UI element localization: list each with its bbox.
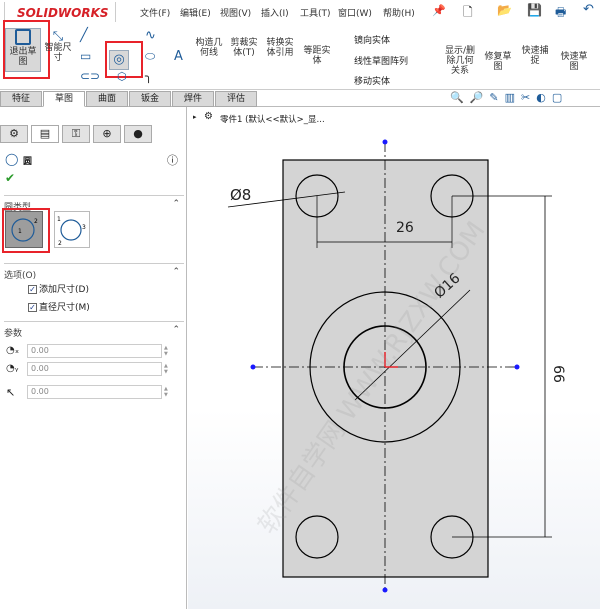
circle-icon: ◯ — [5, 152, 19, 166]
tab-weldments[interactable]: 焊件 — [172, 91, 214, 107]
command-tabs: 特征 草图 曲面 钣金 焊件 评估 🔍🔎✎▥✂◐▢ — [0, 90, 600, 107]
property-manager-tab[interactable]: ▤ — [31, 125, 59, 143]
mirror-entities-button[interactable]: 镜向实体 — [354, 33, 390, 46]
fillet-icon[interactable]: ╮ — [145, 69, 152, 83]
params-label: 参数 — [4, 329, 23, 339]
trim-label: 剪裁实体(T) — [230, 38, 258, 58]
trim-entities-button[interactable]: 剪裁实体(T) — [230, 38, 258, 58]
svg-text:2: 2 — [58, 240, 62, 247]
construction-label: 构造几何线 — [195, 38, 223, 58]
rectangle-icon[interactable]: ▭ — [80, 49, 91, 63]
tab-sheet-metal[interactable]: 钣金 — [129, 91, 171, 107]
options-section[interactable]: 选项(O) ⌃ — [4, 263, 184, 281]
collapse-icon[interactable]: ⌃ — [172, 267, 180, 277]
menu-help[interactable]: 帮助(H) — [383, 6, 415, 19]
center-y-spinner[interactable]: ▲ ▼ — [164, 363, 172, 375]
print-icon[interactable]: 🖶 — [555, 3, 566, 24]
quick-snap-label: 快速捕捉 — [521, 46, 549, 66]
open-icon[interactable]: 📂 — [497, 3, 512, 17]
new-icon[interactable]: 🗋 — [463, 3, 473, 24]
offset-label: 等距实体 — [303, 46, 331, 66]
text-icon[interactable]: A — [174, 49, 183, 64]
center-x-input[interactable]: 0.00 — [27, 344, 162, 358]
parameters-section[interactable]: 参数 ⌃ — [4, 321, 184, 339]
radius-icon: ↖ — [6, 386, 16, 399]
help-icon[interactable]: ⓘ — [167, 152, 178, 168]
center-y-input[interactable]: 0.00 — [27, 362, 162, 376]
collapse-icon[interactable]: ⌃ — [172, 325, 180, 335]
undo-icon[interactable]: ↶ — [583, 2, 594, 17]
offset-entities-button[interactable]: 等距实体 — [302, 46, 332, 66]
menu-window[interactable]: 窗口(W) — [338, 6, 372, 19]
smart-dim-icon: ⤡ — [52, 29, 64, 44]
menu-view[interactable]: 视图(V) — [220, 6, 251, 19]
rapid-sketch-label: 快速草图 — [560, 52, 588, 72]
radius-spinner[interactable]: ▲ ▼ — [164, 386, 172, 398]
construction-geometry-button[interactable]: 构造几何线 — [194, 38, 224, 58]
display-delete-relations-button[interactable]: 显示/删除几何关系 — [444, 46, 476, 76]
save-icon[interactable]: 💾 — [527, 3, 542, 17]
menu-file[interactable]: 文件(F) — [140, 6, 170, 19]
graphics-area[interactable]: ▸ ⚙ 零件1 (默认<<默认>_显... Ø8 26 Ø16 66 软件自学网… — [188, 108, 600, 609]
convert-entities-button[interactable]: 转换实体引用 — [265, 38, 295, 58]
checkbox-checked-icon: ✓ — [28, 285, 37, 294]
repair-label: 修复草图 — [484, 52, 512, 72]
spline-icon[interactable]: ∿ — [145, 28, 156, 43]
add-dim-label: 添加尺寸(D) — [39, 285, 89, 295]
view-toolbar-icons[interactable]: 🔍🔎✎▥✂◐▢ — [450, 91, 568, 104]
tab-features[interactable]: 特征 — [0, 91, 42, 107]
appearance-tab[interactable]: ● — [124, 125, 152, 143]
diameter-dimension-checkbox[interactable]: ✓ 直径尺寸(M) — [28, 300, 90, 313]
tab-sketch[interactable]: 草图 — [43, 91, 85, 107]
add-dimensions-checkbox[interactable]: ✓ 添加尺寸(D) — [28, 282, 89, 295]
center-x-icon: ◔ₓ — [6, 345, 20, 356]
slot-icon[interactable]: ⊂⊃ — [80, 69, 100, 83]
checkbox-checked-icon: ✓ — [28, 303, 37, 312]
polygon-icon[interactable]: ⬡ — [117, 70, 127, 83]
line-icon[interactable]: ╱ — [80, 28, 88, 43]
configuration-tab[interactable]: ⚿ — [62, 125, 90, 143]
options-label: 选项(O) — [4, 271, 37, 281]
tab-evaluate[interactable]: 评估 — [215, 91, 257, 107]
perimeter-circle-icon: 1 3 2 — [57, 216, 86, 247]
diam-dim-label: 直径尺寸(M) — [39, 303, 90, 313]
title-bar: SOLIDWORKS 文件(F) 编辑(E) 视图(V) 插入(I) 工具(T)… — [0, 0, 600, 24]
pin-icon[interactable]: 📌 — [432, 4, 446, 17]
smart-dimension-button[interactable]: ⤡ 智能尺寸 — [44, 29, 72, 63]
convert-label: 转换实体引用 — [266, 38, 294, 58]
quick-snaps-button[interactable]: 快速捕捉 — [521, 46, 549, 66]
command-manager: 退出草图 ⤡ 智能尺寸 ╱ ▭ ⊂⊃ ◎ ⬡ ∿ ⬭ ╮ A 构造几何线 剪裁实体… — [0, 20, 600, 90]
rapid-sketch-button[interactable]: 快速草图 — [560, 52, 588, 72]
svg-text:3: 3 — [82, 224, 86, 231]
tab-surfaces[interactable]: 曲面 — [86, 91, 128, 107]
menu-edit[interactable]: 编辑(E) — [180, 6, 211, 19]
svg-text:1: 1 — [57, 216, 61, 223]
dimension-66[interactable]: 66 — [550, 365, 566, 383]
menu-tools[interactable]: 工具(T) — [300, 6, 331, 19]
collapse-icon[interactable]: ⌃ — [172, 199, 180, 209]
ok-checkmark-icon[interactable]: ✔ — [5, 171, 15, 185]
move-entities-button[interactable]: 移动实体 — [354, 74, 390, 87]
ellipse-icon[interactable]: ⬭ — [145, 49, 155, 64]
center-x-spinner[interactable]: ▲ ▼ — [164, 345, 172, 357]
linear-pattern-button[interactable]: 线性草图阵列 — [354, 54, 408, 67]
repair-sketch-button[interactable]: 修复草图 — [484, 52, 512, 72]
dimension-d8[interactable]: Ø8 — [230, 186, 251, 204]
highlight-box — [3, 20, 50, 79]
feature-tree-tab[interactable]: ⚙ — [0, 125, 28, 143]
menu-insert[interactable]: 插入(I) — [261, 6, 289, 19]
highlight-box — [2, 208, 50, 253]
dimxpert-tab[interactable]: ⊕ — [93, 125, 121, 143]
dimension-26[interactable]: 26 — [396, 220, 414, 236]
center-y-icon: ◔ᵧ — [6, 363, 19, 374]
relations-label: 显示/删除几何关系 — [444, 46, 476, 76]
perimeter-circle-button[interactable]: 1 3 2 — [54, 211, 90, 248]
property-manager: ⚙ ▤ ⚿ ⊕ ● ◯ 圆 ⓘ ✔ 圆类型 ⌃ 12 132 选项(O) ⌃ ✓ 添加… — [0, 107, 187, 609]
panel-title: 圆 — [23, 157, 33, 167]
smart-dim-label: 智能尺寸 — [44, 43, 72, 63]
radius-input[interactable]: 0.00 — [27, 385, 162, 399]
